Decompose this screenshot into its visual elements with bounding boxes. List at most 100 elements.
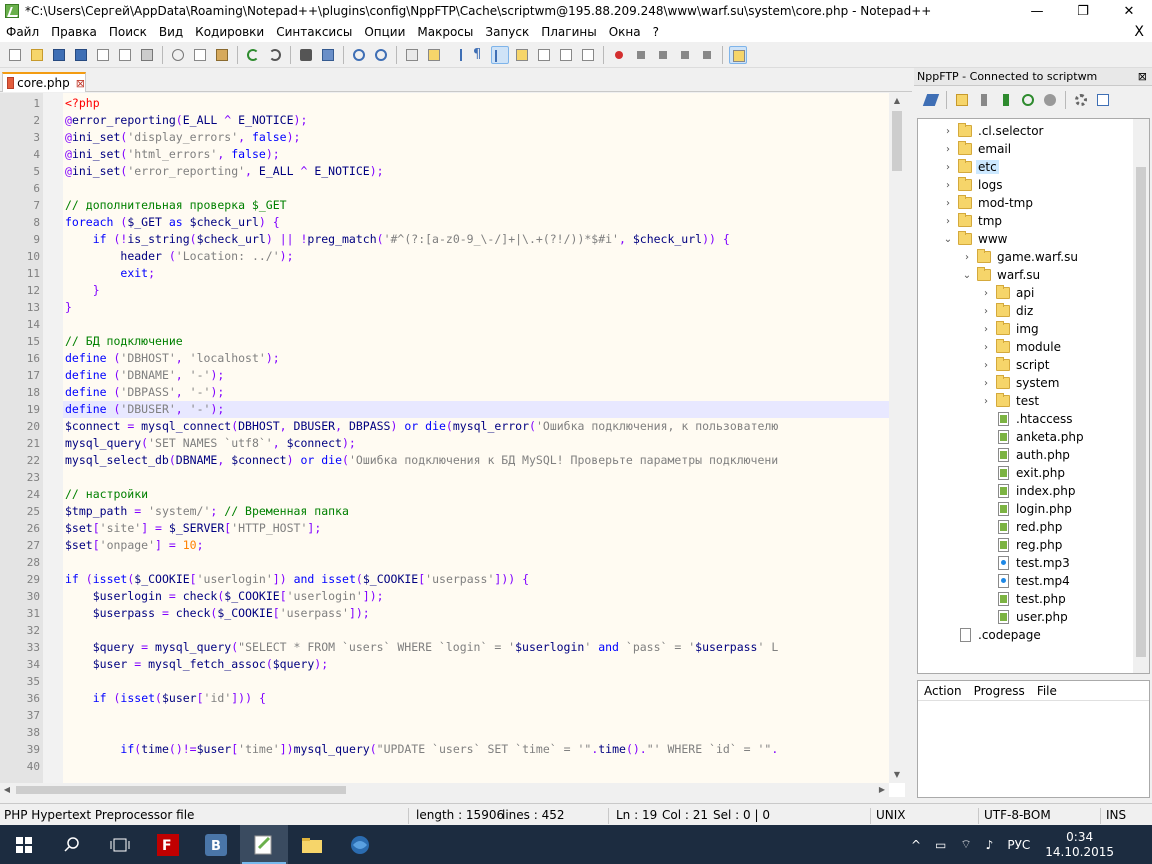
code-line[interactable]: if (!is_string($check_url) || !preg_matc… [63,231,889,248]
start-button[interactable] [0,825,48,864]
clock[interactable]: 0:34 14.10.2015 [1037,830,1122,860]
code-editor[interactable]: 1 2 3 4 5 6 7 8 9 10 11 12 13 14 15 16 17 18 19 20 21 22 23 24 2… [0,93,905,797]
open-directory-icon[interactable] [953,91,971,109]
record-macro-icon[interactable] [610,46,628,64]
code-line[interactable]: $tmp_path = 'system/'; // Временная папк… [63,503,889,520]
code-line[interactable]: mysql_select_db(DBNAME, $connect) or die… [63,452,889,469]
code-line[interactable]: header ('Location: ../'); [63,248,889,265]
vk-taskbar-button[interactable]: В [192,825,240,864]
tree-item[interactable]: › test [980,392,1041,410]
tree-item[interactable]: › system [980,374,1061,392]
chevron-down-icon[interactable]: ⌄ [961,270,973,281]
menu-plugins[interactable]: Плагины [535,22,602,42]
scroll-right-icon[interactable]: ▶ [875,783,889,797]
tree-item[interactable]: exit.php [980,464,1067,482]
status-eol[interactable]: UNIX [876,808,906,822]
close-document-button[interactable]: X [1134,24,1144,40]
code-line[interactable]: if (isset($user['id'])) { [63,690,889,707]
code-line[interactable]: $set['onpage'] = 10; [63,537,889,554]
code-line[interactable]: define ('DBUSER', '-'); [63,401,889,418]
tree-item[interactable]: › tmp [942,212,1004,230]
chevron-right-icon[interactable]: › [980,396,992,407]
code-line[interactable] [63,724,889,741]
save-icon[interactable] [50,46,68,64]
menu-language[interactable]: Синтаксисы [270,22,358,42]
menu-encoding[interactable]: Кодировки [189,22,270,42]
code-line[interactable] [63,707,889,724]
tree-item[interactable]: test.php [980,590,1068,608]
code-line[interactable]: $query = mysql_query("SELECT * FROM `use… [63,639,889,656]
code-line[interactable]: @error_reporting(E_ALL ^ E_NOTICE); [63,112,889,129]
scroll-thumb[interactable] [1136,167,1146,657]
nppftp-toggle-icon[interactable] [729,45,747,64]
tree-item[interactable]: › script [980,356,1051,374]
code-line[interactable]: $set['site'] = $_SERVER['HTTP_HOST']; [63,520,889,537]
tree-item[interactable]: › game.warf.su [961,248,1080,266]
tree-item[interactable]: auth.php [980,446,1072,464]
volume-icon[interactable]: ♪ [979,838,1001,852]
tree-item[interactable]: test.mp4 [980,572,1072,590]
new-file-icon[interactable] [6,46,24,64]
scroll-thumb[interactable] [16,786,346,794]
tree-item[interactable]: › logs [942,176,1005,194]
scroll-thumb[interactable] [892,111,902,171]
menu-search[interactable]: Поиск [103,22,153,42]
tree-item[interactable]: › mod-tmp [942,194,1035,212]
tree-item[interactable]: login.php [980,500,1074,518]
doc-map-icon[interactable] [535,46,553,64]
menu-edit[interactable]: Правка [45,22,103,42]
tree-item[interactable]: reg.php [980,536,1064,554]
code-line[interactable]: } [63,299,889,316]
menu-settings[interactable]: Опции [358,22,411,42]
search-button[interactable] [48,825,96,864]
filezilla-taskbar-button[interactable]: F [144,825,192,864]
code-line[interactable]: @ini_set('display_errors', false); [63,129,889,146]
task-view-button[interactable] [96,825,144,864]
menu-view[interactable]: Вид [153,22,189,42]
code-line[interactable]: exit; [63,265,889,282]
save-macro-icon[interactable] [698,46,716,64]
wifi-icon[interactable]: ⌔ [953,837,978,852]
tree-item[interactable]: › module [980,338,1063,356]
explorer-taskbar-button[interactable] [288,825,336,864]
menu-run[interactable]: Запуск [479,22,535,42]
stop-record-icon[interactable] [632,46,650,64]
fold-margin[interactable]: −−−−− [43,93,101,783]
chevron-down-icon[interactable]: ⌄ [942,234,954,245]
download-icon[interactable] [975,91,993,109]
connect-icon[interactable] [922,91,940,109]
notepadpp-taskbar-button[interactable] [240,825,288,864]
paste-icon[interactable] [213,46,231,64]
code-line[interactable] [63,469,889,486]
tree-item[interactable]: .htaccess [980,410,1075,428]
sync-vertical-icon[interactable] [403,46,421,64]
close-file-icon[interactable] [94,46,112,64]
tree-item[interactable]: .codepage [942,626,1043,644]
tree-item[interactable]: anketa.php [980,428,1086,446]
show-all-chars-icon[interactable]: ¶ [469,46,487,64]
tree-item[interactable]: red.php [980,518,1064,536]
chevron-right-icon[interactable]: › [961,252,973,263]
code-line[interactable]: // дополнительная проверка $_GET [63,197,889,214]
status-encoding[interactable]: UTF-8-BOM [984,808,1051,822]
chevron-right-icon[interactable]: › [980,288,992,299]
code-line[interactable] [63,180,889,197]
code-line[interactable]: // БД подключение [63,333,889,350]
upload-icon[interactable] [997,91,1015,109]
open-file-icon[interactable] [28,46,46,64]
tree-vertical-scrollbar[interactable] [1133,119,1149,673]
code-line[interactable]: <?php [63,95,889,112]
status-insert-mode[interactable]: INS [1106,808,1126,822]
tree-item[interactable]: › .cl.selector [942,122,1046,140]
chevron-right-icon[interactable]: › [942,126,954,137]
tab-core-php[interactable]: core.php ⊠ [2,72,86,92]
editor-vertical-scrollbar[interactable]: ▲ ▼ [889,93,905,783]
queue-col-action[interactable]: Action [918,684,968,698]
word-wrap-icon[interactable] [447,46,465,64]
editor-horizontal-scrollbar[interactable]: ◀ ▶ [0,783,889,797]
code-line[interactable]: define ('DBNAME', '-'); [63,367,889,384]
chevron-right-icon[interactable]: › [942,162,954,173]
code-line[interactable]: $connect = mysql_connect (DBHOST, DBUSER,… [63,418,889,435]
code-line[interactable] [63,554,889,571]
save-all-icon[interactable] [72,46,90,64]
